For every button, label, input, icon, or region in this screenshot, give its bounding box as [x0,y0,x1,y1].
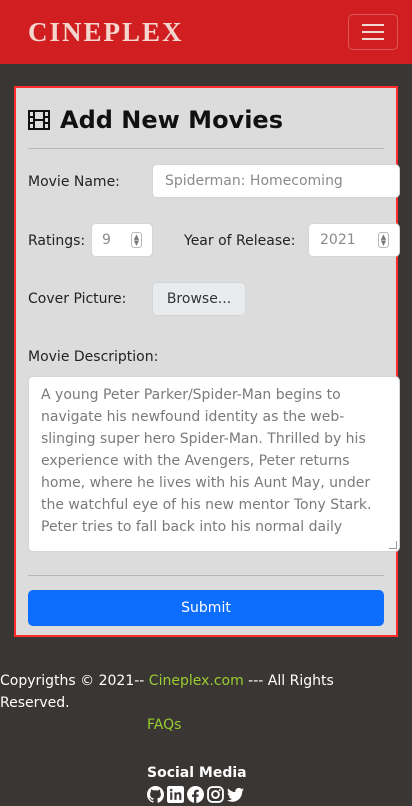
ratings-label: Ratings: [28,233,86,249]
resize-handle-icon[interactable] [389,541,397,549]
navbar: CINEPLEX [0,0,412,64]
brand-logo[interactable]: CINEPLEX [28,17,184,48]
github-icon[interactable] [147,786,164,803]
faqs-link[interactable]: FAQs [147,717,181,733]
title-text: Add New Movies [60,106,283,134]
twitter-icon[interactable] [227,786,244,803]
year-spinner-icon[interactable]: ▲ ▼ [378,232,389,248]
add-movie-card: Add New Movies Movie Name: Spiderman: Ho… [14,86,400,637]
description-textarea[interactable]: A young Peter Parker/Spider-Man begins t… [28,376,400,552]
divider [28,148,384,149]
description-label: Movie Description: [28,349,159,365]
ratings-value: 9 [102,232,111,248]
cover-picture-label: Cover Picture: [28,291,127,307]
copyright-text: Copyrigths © 2021-- Cineplex.com --- All… [0,670,390,714]
movie-name-label: Movie Name: [28,174,120,190]
year-input[interactable]: 2021 ▲ ▼ [308,223,400,257]
description-text: A young Peter Parker/Spider-Man begins t… [41,387,372,535]
facebook-icon[interactable] [187,786,204,803]
submit-button[interactable]: Submit [28,590,384,626]
footer: Copyrigths © 2021-- Cineplex.com --- All… [0,666,412,806]
divider [28,575,384,576]
cineplex-link[interactable]: Cineplex.com [149,673,244,689]
browse-button[interactable]: Browse... [152,282,246,316]
ratings-input[interactable]: 9 ▲ ▼ [91,223,153,257]
ratings-spinner-icon[interactable]: ▲ ▼ [131,232,142,248]
film-icon [28,110,50,130]
instagram-icon[interactable] [207,786,224,803]
year-label: Year of Release: [184,233,296,249]
copyright-prefix: Copyrigths © 2021-- [0,673,149,689]
social-icons [147,786,244,803]
hamburger-menu-icon[interactable] [348,14,398,50]
movie-name-input[interactable]: Spiderman: Homecoming [152,164,400,198]
linkedin-icon[interactable] [167,786,184,803]
page-title: Add New Movies [28,106,283,134]
social-media-title: Social Media [147,765,247,781]
year-value: 2021 [320,232,356,248]
